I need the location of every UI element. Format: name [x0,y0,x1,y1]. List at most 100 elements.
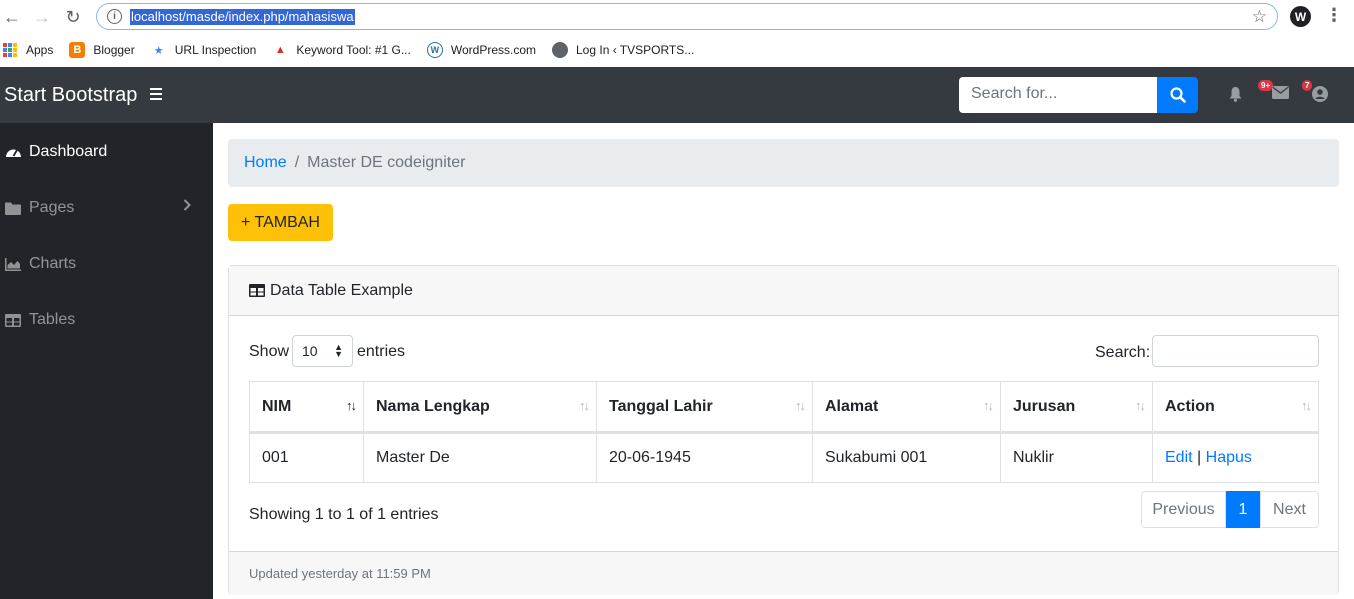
reload-icon[interactable]: ↻ [62,6,84,28]
bookmark-star-icon[interactable]: ☆ [1252,7,1267,27]
tachometer-icon [5,145,23,159]
bookmark-blogger[interactable]: B Blogger [69,42,135,58]
column-label: Nama Lengkap [376,397,490,415]
sidebar-item-dashboard[interactable]: Dashboard [5,140,107,164]
previous-page-button[interactable]: Previous [1141,491,1226,528]
address-url[interactable]: localhost/masde/index.php/mahasiswa [130,9,355,25]
page-1-button[interactable]: 1 [1226,491,1260,528]
browser-menu-icon[interactable]: ⋮ [1325,5,1343,26]
table-icon [5,313,23,327]
search-icon [1169,87,1186,103]
sort-icon: ↑↓ [983,398,994,413]
table-info: Showing 1 to 1 of 1 entries [249,506,439,523]
bell-icon[interactable] [1228,86,1243,107]
card-title: Data Table Example [270,281,413,299]
edit-link[interactable]: Edit [1165,449,1193,466]
browser-toolbar: ← → ↻ i localhost/masde/index.php/mahasi… [0,0,1354,34]
envelope-icon[interactable] [1272,86,1289,104]
bookmark-label: Keyword Tool: #1 G... [296,43,411,57]
bookmarks-bar: Apps B Blogger ★ URL Inspection ▲ Keywor… [0,34,1354,66]
sidebar-item-tables[interactable]: Tables [5,308,75,332]
sidebar-item-label: Dashboard [29,143,108,160]
bookmark-apps[interactable]: Apps [2,42,53,58]
column-header-alamat[interactable]: Alamat ↑↓ [812,381,1001,434]
column-label: Action [1165,397,1215,415]
column-header-jurusan[interactable]: Jurusan ↑↓ [1000,381,1153,434]
messages-badge: 7 [1302,80,1313,91]
page-length-select[interactable]: 10 ▲ ▼ [292,335,353,367]
data-table: NIM ↑↓ Nama Lengkap ↑↓ Tanggal Lahir ↑↓ Ala… [249,381,1319,483]
add-button[interactable]: + TAMBAH [228,204,333,241]
card-footer: Updated yesterday at 11:59 PM [229,551,1338,595]
profile-avatar-icon[interactable]: W [1290,6,1311,27]
sort-asc-icon: ↑↓ [346,398,357,413]
updated-timestamp: Updated yesterday at 11:59 PM [249,566,431,581]
blogger-icon: B [69,42,86,58]
folder-icon [5,201,23,215]
breadcrumb-separator: / [294,154,300,171]
sidebar-item-label: Tables [29,311,76,328]
sidebar-item-charts[interactable]: Charts [5,252,76,276]
delete-link[interactable]: Hapus [1206,449,1252,466]
bookmark-label: Apps [26,43,54,57]
column-header-tanggal[interactable]: Tanggal Lahir ↑↓ [596,381,813,434]
cell-action: Edit | Hapus [1152,432,1319,483]
cell-tanggal: 20-06-1945 [596,432,813,483]
bookmark-label: URL Inspection [174,43,257,57]
bookmark-keyword-tool[interactable]: ▲ Keyword Tool: #1 G... [272,42,411,58]
card-header: Data Table Example [229,266,1338,316]
bookmark-url-inspection[interactable]: ★ URL Inspection [151,42,257,58]
breadcrumb-current: Master DE codeigniter [307,154,466,171]
next-page-button[interactable]: Next [1260,491,1319,528]
bookmark-wordpress[interactable]: W WordPress.com [426,42,536,58]
table-row: 001 Master De 20-06-1945 Sukabumi 001 Nu… [249,432,1319,483]
show-label: Show [249,343,290,360]
action-separator: | [1197,449,1202,466]
address-bar[interactable]: i localhost/masde/index.php/mahasiswa ☆ [96,3,1278,30]
cell-alamat: Sukabumi 001 [812,432,1001,483]
back-arrow-icon[interactable]: ← [1,6,23,28]
sidebar-item-label: Pages [29,199,75,216]
page-length-value: 10 [302,343,318,359]
top-navbar: Start Bootstrap Search for... 9+ 7 [0,67,1354,123]
site-info-icon[interactable]: i [107,9,122,24]
column-header-action[interactable]: Action ↑↓ [1152,381,1319,434]
entries-label: entries [357,343,406,360]
column-header-nama[interactable]: Nama Lengkap ↑↓ [363,381,597,434]
table-icon [249,284,265,297]
navbar-brand[interactable]: Start Bootstrap [4,83,137,107]
navbar-search-button[interactable] [1157,77,1198,113]
area-chart-icon [5,257,23,271]
bookmark-tvsports[interactable]: Log In ‹ TVSPORTS... [552,42,694,58]
table-search-input[interactable] [1152,335,1319,367]
sort-icon: ↑↓ [1135,398,1146,413]
wordpress-icon: W [426,42,443,58]
globe-icon [552,42,568,58]
keyword-tool-icon: ▲ [274,44,286,56]
sidebar: Dashboard Pages Charts Tables [0,123,213,599]
table-search-label: Search: [1095,344,1151,361]
bookmark-label: Log In ‹ TVSPORTS... [576,43,695,57]
sort-icon: ↑↓ [795,398,806,413]
sort-icon: ↑↓ [1301,398,1312,413]
sort-icon: ↑↓ [579,398,590,413]
sidebar-toggle-icon[interactable] [150,88,162,100]
column-header-nim[interactable]: NIM ↑↓ [249,381,364,434]
user-circle-icon[interactable] [1312,86,1328,107]
cell-jurusan: Nuklir [1000,432,1153,483]
data-table-card: Data Table Example Show 10 ▲ ▼ entries Se… [228,265,1339,595]
alerts-badge: 9+ [1258,80,1274,91]
sidebar-item-label: Charts [29,255,77,272]
table-header-row: NIM ↑↓ Nama Lengkap ↑↓ Tanggal Lahir ↑↓ Ala… [249,381,1319,434]
bookmark-label: Blogger [93,43,135,57]
navbar-search-input[interactable]: Search for... [959,77,1157,113]
breadcrumb-home-link[interactable]: Home [244,154,287,172]
breadcrumb: Home / Master DE codeigniter [228,139,1339,187]
column-label: Alamat [825,397,879,415]
chevron-right-icon[interactable] [183,198,191,214]
sidebar-item-pages[interactable]: Pages [5,196,74,220]
select-caret-icon: ▲ ▼ [334,342,343,359]
column-label: Jurusan [1013,397,1076,415]
column-label: NIM [262,397,292,415]
forward-arrow-icon[interactable]: → [31,6,53,28]
